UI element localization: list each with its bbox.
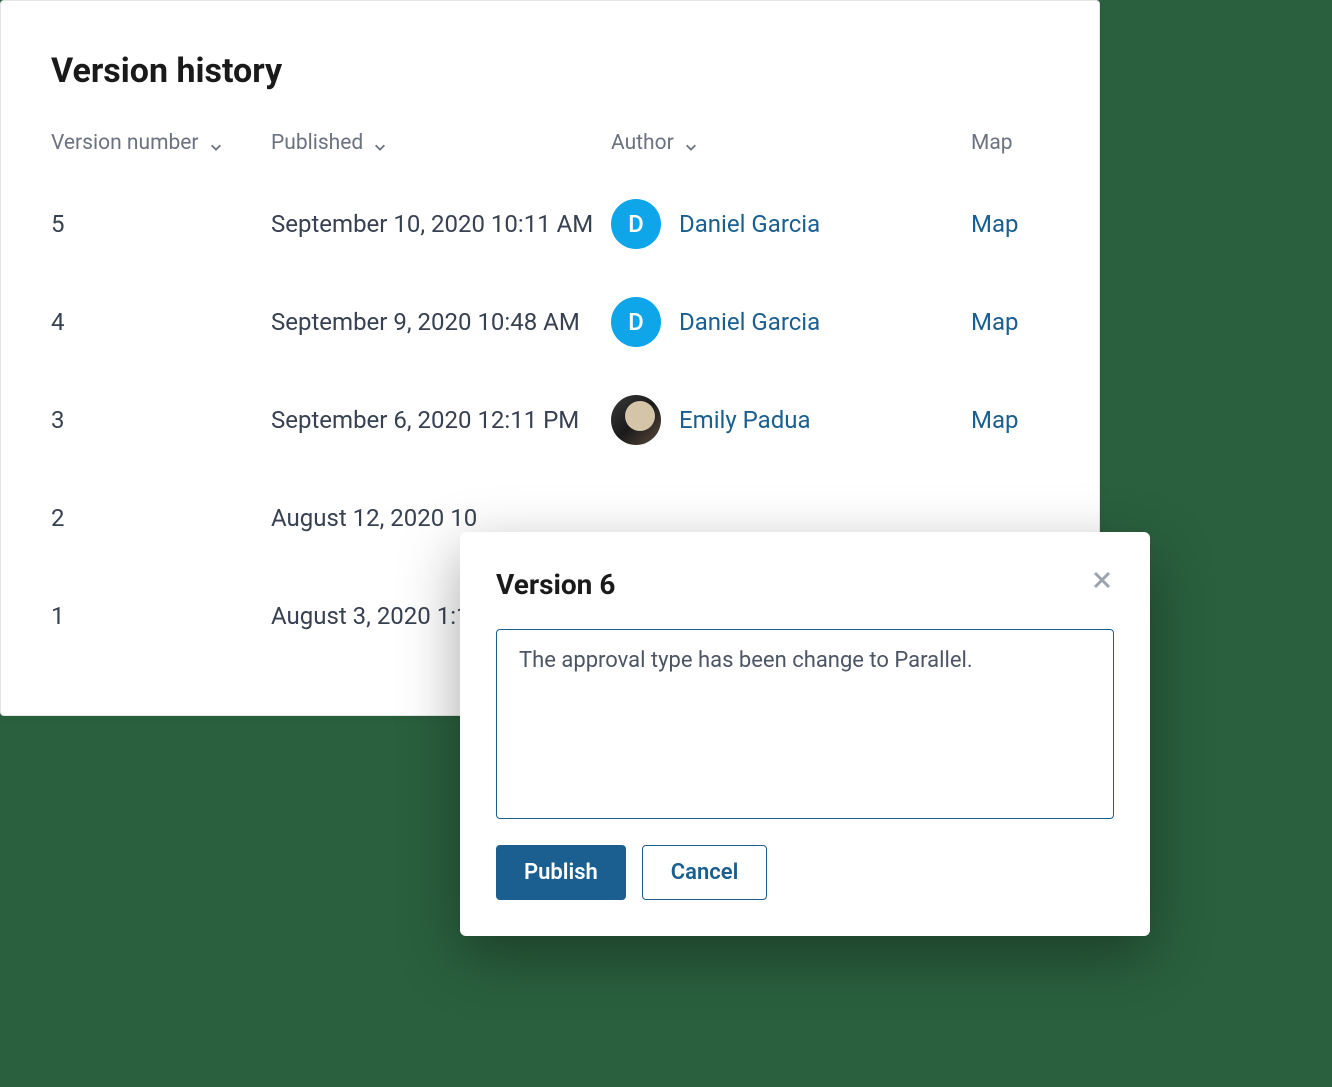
cell-published: August 12, 2020 10 (271, 504, 611, 532)
chevron-down-icon (209, 136, 223, 150)
chevron-down-icon (373, 136, 387, 150)
version-note-textarea[interactable] (496, 629, 1114, 819)
map-link[interactable]: Map (971, 308, 1018, 336)
author-link[interactable]: Daniel Garcia (679, 308, 820, 336)
modal-title: Version 6 (496, 568, 615, 601)
cell-published: September 6, 2020 12:11 PM (271, 406, 611, 434)
author-link[interactable]: Emily Padua (679, 406, 811, 434)
th-map: Map (971, 131, 1049, 155)
cell-published: September 9, 2020 10:48 AM (271, 308, 611, 336)
page-title: Version history (1, 1, 1099, 91)
th-author[interactable]: Author (611, 131, 971, 155)
close-button[interactable] (1090, 568, 1114, 595)
cell-map: Map (971, 406, 1049, 434)
publish-version-modal: Version 6 Publish Cancel (460, 532, 1150, 936)
cell-version: 4 (51, 308, 271, 336)
close-icon (1090, 568, 1114, 595)
cell-author: D Daniel Garcia (611, 297, 971, 347)
cell-published: September 10, 2020 10:11 AM (271, 210, 611, 238)
avatar: D (611, 199, 661, 249)
publish-button[interactable]: Publish (496, 845, 626, 900)
th-author-label: Author (611, 131, 674, 155)
table-row: 3 September 6, 2020 12:11 PM Emily Padua… (51, 371, 1049, 469)
th-map-label: Map (971, 131, 1013, 155)
cell-author: D Daniel Garcia (611, 199, 971, 249)
chevron-down-icon (684, 136, 698, 150)
table-row: 4 September 9, 2020 10:48 AM D Daniel Ga… (51, 273, 1049, 371)
cell-version: 1 (51, 602, 271, 630)
cell-version: 5 (51, 210, 271, 238)
table-header: Version number Published Author Map (51, 91, 1049, 175)
cell-map: Map (971, 308, 1049, 336)
map-link[interactable]: Map (971, 406, 1018, 434)
cell-author: Emily Padua (611, 395, 971, 445)
cell-version: 2 (51, 504, 271, 532)
cell-version: 3 (51, 406, 271, 434)
th-published-label: Published (271, 131, 363, 155)
author-link[interactable]: Daniel Garcia (679, 210, 820, 238)
modal-actions: Publish Cancel (496, 845, 1114, 900)
map-link[interactable]: Map (971, 210, 1018, 238)
avatar: D (611, 297, 661, 347)
table-row: 5 September 10, 2020 10:11 AM D Daniel G… (51, 175, 1049, 273)
th-version-number[interactable]: Version number (51, 131, 271, 155)
cell-map: Map (971, 210, 1049, 238)
modal-header: Version 6 (496, 568, 1114, 601)
th-version-label: Version number (51, 131, 199, 155)
cancel-button[interactable]: Cancel (642, 845, 768, 900)
th-published[interactable]: Published (271, 131, 611, 155)
avatar (611, 395, 661, 445)
